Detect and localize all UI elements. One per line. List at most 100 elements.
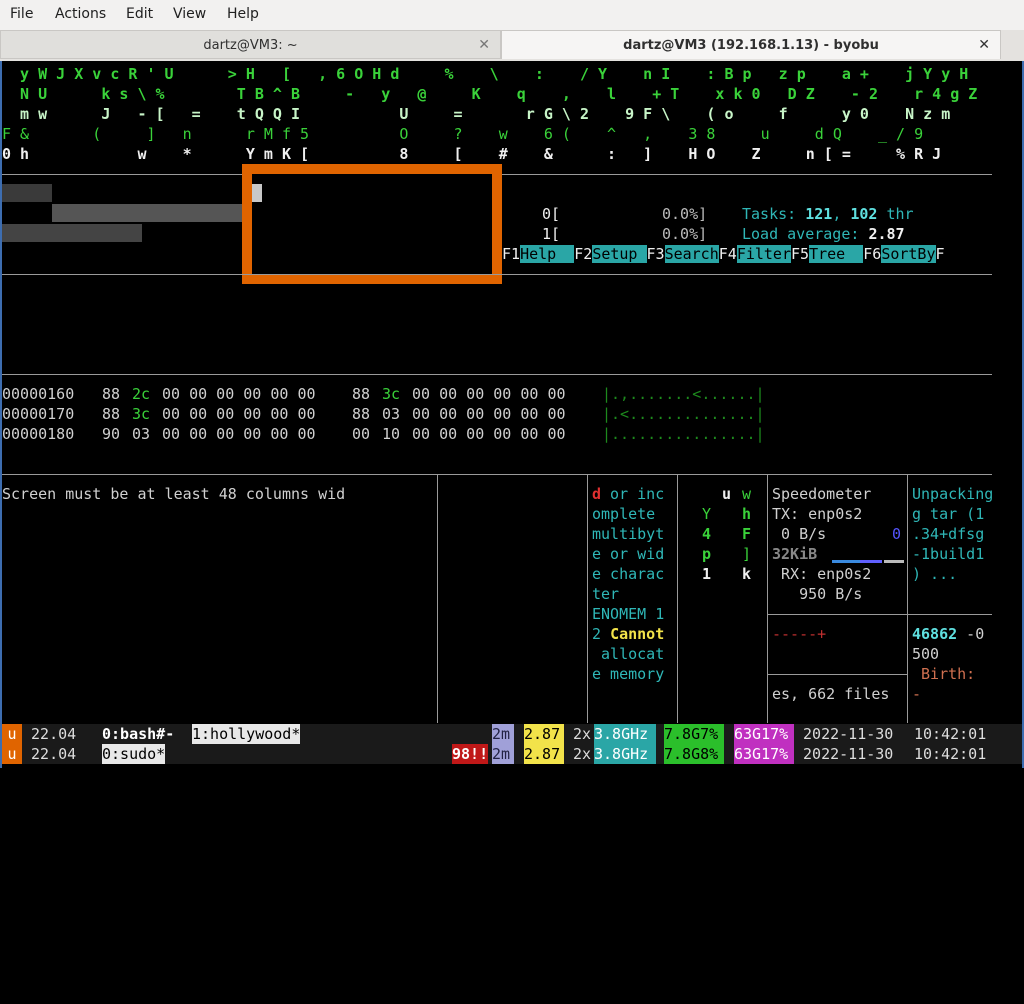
os-version: 22.04	[22, 725, 86, 743]
hex-address: 00000180	[2, 425, 75, 443]
error-line: ENOMEM 1	[592, 605, 665, 623]
tab-byobu[interactable]: dartz@VM3 (192.168.1.13) - byobu ✕	[501, 30, 1001, 59]
hex-row: 00000170 88 3c 00 00 00 00 00 00 88 03 00 00 0…	[2, 404, 765, 424]
col-char: ]	[742, 545, 752, 563]
redacted-block	[2, 184, 52, 202]
unpack-line: g tar (1	[912, 505, 985, 523]
tab-bar: dartz@VM3: ~ ✕ dartz@VM3 (192.168.1.13) …	[0, 30, 1024, 61]
htop-cpu0: 0[0.0%]	[542, 204, 707, 224]
fkey-num: F2	[574, 245, 593, 263]
stat-line: 500	[912, 645, 940, 663]
menu-actions[interactable]: Actions	[55, 6, 106, 22]
fkey-help[interactable]: Help	[520, 245, 575, 263]
unpack-line: -1build1	[912, 545, 985, 563]
hex-bytes: 00 00 00 00 00 00	[162, 385, 316, 403]
byobu-status-bar: u 22.04 0:sudo* 98!! 2m 2.87 2x 3.8GHz 7…	[2, 744, 1022, 764]
close-icon[interactable]: ✕	[478, 31, 490, 60]
fkey-num: F	[935, 245, 945, 263]
menu-file[interactable]: File	[10, 6, 33, 22]
fkey-num: F3	[646, 245, 665, 263]
hex-row: 00000180 90 03 00 00 00 00 00 00 00 10 00 00 0…	[2, 424, 765, 444]
fkey-tree[interactable]: Tree	[809, 245, 864, 263]
stat-line: 46862 -0	[912, 624, 984, 644]
redacted-block	[2, 224, 142, 242]
os-version: 22.04	[22, 745, 86, 763]
col-char: u	[722, 485, 732, 503]
error-line: e memory	[592, 665, 665, 683]
speed-tx-total: 32KiB	[772, 545, 818, 563]
window-tab-bash[interactable]: 0:bash#-	[102, 724, 174, 744]
error-line: ter	[592, 585, 620, 603]
load-label: Load average:	[742, 225, 869, 243]
tab-local-shell[interactable]: dartz@VM3: ~ ✕	[0, 30, 501, 59]
cpu0-value: 0.0%]	[662, 205, 708, 223]
speed-title: Speedometer	[772, 485, 872, 503]
cpu1-label: 1[	[542, 225, 561, 243]
cpu1-value: 0.0%]	[662, 225, 708, 243]
speed-sparkline	[832, 560, 860, 563]
stat-number: 46862	[912, 625, 958, 643]
speed-sparkline	[860, 560, 882, 563]
window-tab-sudo[interactable]: 0:sudo*	[102, 744, 166, 764]
htop-cpu1: 1[ 0.0%]	[542, 224, 707, 244]
error-line: d or inc	[592, 484, 664, 504]
hex-byte: 00	[352, 425, 371, 443]
file-count: es, 662 files	[772, 685, 890, 703]
byobu-status-bar: u 22.04 0:bash#- 1:hollywood* 2m 2.87 2x…	[2, 724, 1022, 744]
matrix-row: m w J - [ = t Q Q I U = r G \ 2 9 F \ ( …	[2, 105, 951, 123]
hex-byte: 88	[352, 405, 371, 423]
cpu-freq: 3.8GHz	[594, 724, 656, 744]
unpack-line: Unpacking	[912, 485, 994, 503]
window-tab-hollywood[interactable]: 1:hollywood*	[192, 724, 301, 744]
ubuntu-logo: u	[2, 724, 22, 744]
fkey-search[interactable]: Search	[664, 245, 719, 263]
fkey-num: F1	[502, 245, 521, 263]
col-char: p	[702, 545, 712, 563]
stat-tail: -0	[957, 625, 985, 643]
error-text: 2	[592, 625, 611, 643]
hex-bytes: 00 00 00 00 00 00	[412, 385, 566, 403]
col-char: Y	[702, 505, 712, 523]
fkey-sortby[interactable]: SortBy	[881, 245, 936, 263]
hex-byte: 90	[102, 425, 121, 443]
fkey-filter[interactable]: Filter	[736, 245, 791, 263]
threads-count: 102	[850, 205, 878, 223]
pane-divider	[677, 475, 678, 723]
tasks-sep: ,	[832, 205, 851, 223]
hex-byte: 88	[352, 385, 371, 403]
memory: 7.8G7%	[664, 724, 724, 744]
col-char: 4	[702, 525, 712, 543]
time: 10:42:01	[914, 745, 987, 763]
speed-rx-rate: 950 B/s	[772, 585, 863, 603]
disk: 63G17%	[734, 744, 794, 764]
menu-bar: File Actions Edit View Help	[0, 0, 1024, 31]
menu-edit[interactable]: Edit	[126, 6, 153, 22]
pane-divider	[767, 475, 768, 723]
load-average: 2.87	[524, 724, 564, 744]
hex-ascii: |.<..............|	[602, 405, 765, 423]
tasks-label: Tasks:	[742, 205, 806, 223]
pane-divider	[2, 274, 992, 275]
pane-divider	[2, 474, 992, 475]
hex-byte: 2c	[132, 385, 151, 403]
hex-byte: 88	[102, 385, 121, 403]
pane-divider	[587, 475, 588, 723]
uptime: 2m	[492, 724, 514, 744]
htop-load: Load average: 2.87	[742, 224, 905, 244]
menu-view[interactable]: View	[173, 6, 206, 22]
col-char: h	[742, 505, 752, 523]
error-line: 2 Cannot	[592, 624, 664, 644]
pane-divider	[437, 475, 438, 723]
tab-title: dartz@VM3 (192.168.1.13) - byobu	[623, 38, 879, 53]
menu-help[interactable]: Help	[227, 6, 259, 22]
screen-size-warning: Screen must be at least 48 columns wid	[2, 485, 346, 503]
pane-divider	[768, 674, 908, 675]
fkey-setup[interactable]: Setup	[592, 245, 647, 263]
orange-frame	[242, 164, 502, 284]
fkey-num: F5	[791, 245, 810, 263]
speed-tx-zero: 0	[892, 525, 902, 543]
stat-birth: Birth:	[912, 665, 976, 683]
error-char: d	[592, 485, 602, 503]
htop-tasks: Tasks: 121, 102 thr	[742, 204, 914, 224]
close-icon[interactable]: ✕	[978, 31, 990, 60]
